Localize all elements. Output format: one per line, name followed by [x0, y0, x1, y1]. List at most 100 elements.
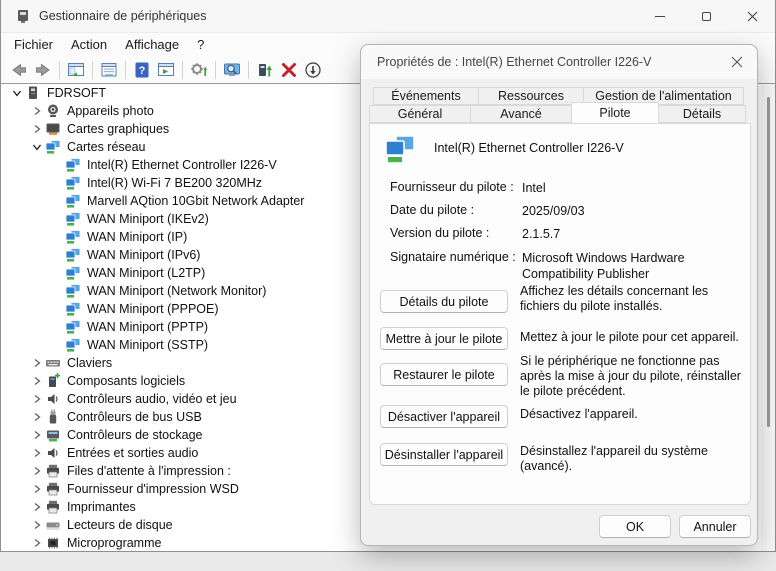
network-adapter-icon — [65, 247, 81, 263]
toolbar-separator — [59, 61, 60, 79]
tab-v-nements[interactable]: Événements — [373, 87, 479, 105]
help-icon: ? — [133, 61, 151, 79]
tree-item-label: WAN Miniport (SSTP) — [87, 338, 208, 352]
uninstall-device-button[interactable] — [277, 58, 301, 82]
tab-g-n-ral[interactable]: Général — [369, 105, 471, 123]
scrollbar-thumb[interactable] — [767, 97, 770, 427]
tabstrip: ÉvénementsRessourcesGestion de l'aliment… — [361, 87, 759, 123]
chevron-right-icon[interactable] — [29, 103, 45, 119]
cancel-button[interactable]: Annuler — [679, 515, 751, 538]
toolbar-separator — [182, 61, 183, 79]
chevron-right-icon[interactable] — [29, 463, 45, 479]
remote-computer-button[interactable] — [220, 58, 244, 82]
audio-icon — [45, 445, 61, 461]
action-pane-icon — [157, 61, 175, 79]
info-row-version-du-pilote: Version du pilote :2.1.5.7 — [390, 226, 740, 242]
chevron-down-icon[interactable] — [9, 85, 25, 101]
info-value: 2.1.5.7 — [522, 226, 740, 242]
action-description: Désactivez l'appareil. — [520, 407, 748, 422]
tree-item-label: Cartes graphiques — [67, 122, 169, 136]
forward-button[interactable] — [31, 58, 55, 82]
tree-item-label: Contrôleurs audio, vidéo et jeu — [67, 392, 237, 406]
dialog-close-button[interactable] — [717, 45, 757, 79]
back-button[interactable] — [7, 58, 31, 82]
help-button[interactable]: ? — [130, 58, 154, 82]
restaurer-le-pilote-button[interactable]: Restaurer le pilote — [380, 363, 508, 386]
chevron-spacer — [49, 319, 65, 335]
menu-action[interactable]: Action — [62, 34, 116, 55]
chevron-right-icon[interactable] — [29, 427, 45, 443]
disable-device-button[interactable] — [301, 58, 325, 82]
chevron-right-icon[interactable] — [29, 499, 45, 515]
info-label: Version du pilote : — [390, 226, 522, 242]
tree-item-label: Appareils photo — [67, 104, 154, 118]
update-driver-button[interactable] — [253, 58, 277, 82]
chevron-right-icon[interactable] — [29, 391, 45, 407]
minimize-icon — [655, 16, 665, 17]
tree-item-label: Contrôleurs de stockage — [67, 428, 203, 442]
minimize-button[interactable] — [637, 0, 683, 32]
network-adapter-icon — [384, 133, 416, 165]
close-button[interactable] — [729, 0, 775, 32]
ok-button[interactable]: OK — [599, 515, 671, 538]
mettre-jour-le-pilote-button[interactable]: Mettre à jour le pilote — [380, 327, 508, 350]
tree-item-label: Files d'attente à l'impression : — [67, 464, 231, 478]
tree-item-label: WAN Miniport (IP) — [87, 230, 187, 244]
tree-item-label: WAN Miniport (Network Monitor) — [87, 284, 266, 298]
show-console-tree-button[interactable] — [64, 58, 88, 82]
dialog-title: Propriétés de : Intel(R) Ethernet Contro… — [361, 55, 651, 69]
maximize-button[interactable] — [683, 0, 729, 32]
d-sactiver-l-appareil-button[interactable]: Désactiver l'appareil — [380, 405, 508, 428]
chevron-right-icon[interactable] — [29, 517, 45, 533]
menu-affichage[interactable]: Affichage — [116, 34, 188, 55]
chevron-right-icon[interactable] — [29, 355, 45, 371]
tree-item-label: Microprogramme — [67, 536, 161, 550]
tab-d-tails[interactable]: Détails — [658, 105, 746, 123]
storage-icon — [45, 427, 61, 443]
computer-icon — [25, 85, 41, 101]
console-tree-icon — [67, 61, 85, 79]
device-name: Intel(R) Ethernet Controller I226-V — [434, 141, 624, 155]
d-sinstaller-l-appareil-button[interactable]: Désinstaller l'appareil — [380, 443, 508, 466]
tree-item-label: Marvell AQtion 10Gbit Network Adapter — [87, 194, 304, 208]
menu-fichier[interactable]: Fichier — [5, 34, 62, 55]
keyboard-icon — [45, 355, 61, 371]
tab-ressources[interactable]: Ressources — [478, 87, 584, 105]
tab-pilote[interactable]: Pilote — [571, 102, 659, 123]
tree-item-label: Intel(R) Ethernet Controller I226-V — [87, 158, 277, 172]
tree-item-label: WAN Miniport (PPTP) — [87, 320, 208, 334]
chevron-right-icon[interactable] — [29, 409, 45, 425]
toolbar-separator — [92, 61, 93, 79]
tree-item-label: Entrées et sorties audio — [67, 446, 198, 460]
properties-button[interactable] — [97, 58, 121, 82]
chevron-right-icon[interactable] — [29, 121, 45, 137]
chevron-right-icon[interactable] — [29, 535, 45, 551]
software-component-icon — [45, 373, 61, 389]
scan-hardware-changes-button[interactable] — [187, 58, 211, 82]
tree-scrollbar[interactable] — [761, 85, 775, 551]
network-adapter-icon — [65, 301, 81, 317]
maximize-icon — [702, 12, 711, 21]
menu-[interactable]: ? — [188, 34, 213, 55]
chevron-spacer — [49, 247, 65, 263]
network-adapter-icon — [65, 175, 81, 191]
action-pane-button[interactable] — [154, 58, 178, 82]
titlebar: Gestionnaire de périphériques — [1, 0, 775, 32]
chevron-right-icon[interactable] — [29, 481, 45, 497]
toolbar-separator — [125, 61, 126, 79]
chevron-right-icon[interactable] — [29, 373, 45, 389]
chevron-spacer — [49, 229, 65, 245]
chevron-right-icon[interactable] — [29, 445, 45, 461]
info-label: Fournisseur du pilote : — [390, 180, 522, 196]
network-adapter-icon — [65, 229, 81, 245]
chevron-down-icon[interactable] — [29, 139, 45, 155]
close-icon — [747, 11, 758, 22]
forward-icon — [34, 61, 52, 79]
tab-avanc[interactable]: Avancé — [470, 105, 572, 123]
chevron-spacer — [49, 265, 65, 281]
network-adapter-icon — [65, 319, 81, 335]
tree-item-label: WAN Miniport (L2TP) — [87, 266, 205, 280]
d-tails-du-pilote-button[interactable]: Détails du pilote — [380, 290, 508, 313]
tree-item-label: Contrôleurs de bus USB — [67, 410, 202, 424]
toolbar-separator — [215, 61, 216, 79]
